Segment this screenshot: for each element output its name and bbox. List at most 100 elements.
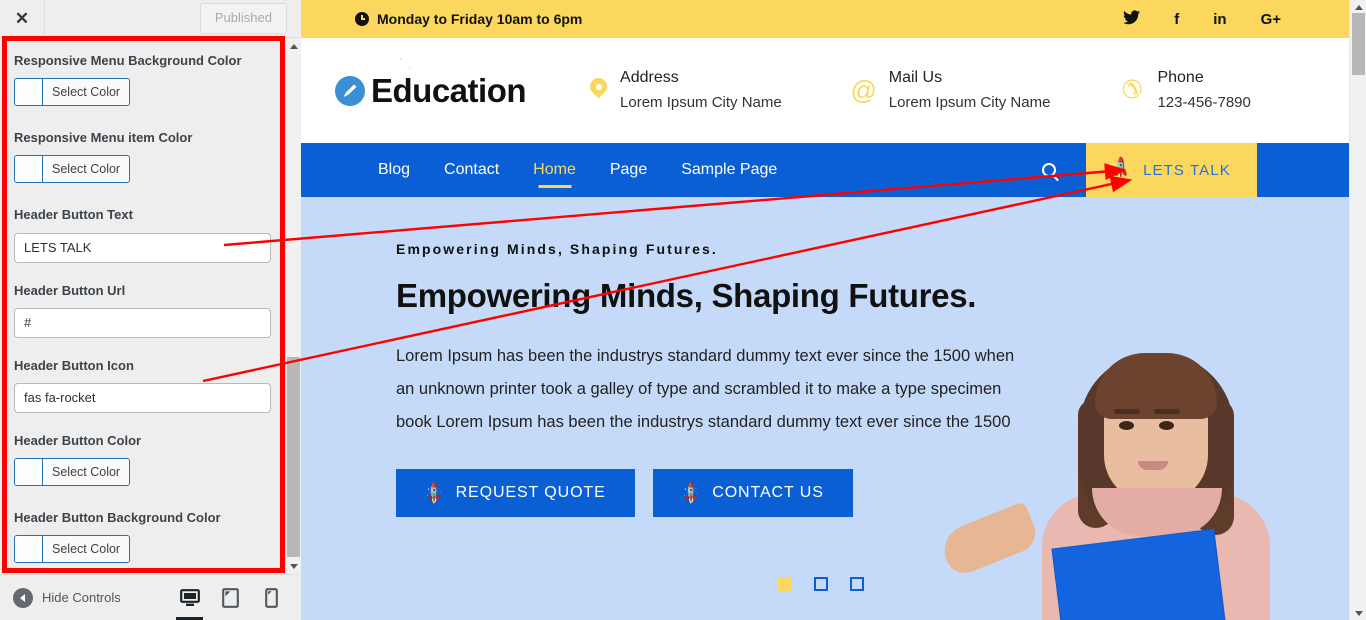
customizer-header: ✕ Published bbox=[0, 0, 300, 38]
control-list: Responsive Menu Background Color Select … bbox=[0, 39, 285, 574]
nav-item-contact[interactable]: Contact bbox=[427, 143, 516, 197]
eye-shape bbox=[1119, 421, 1134, 430]
desktop-icon[interactable] bbox=[169, 576, 210, 620]
location-pin-icon bbox=[590, 78, 607, 102]
scroll-down-arrow-icon[interactable] bbox=[286, 559, 300, 574]
publish-button[interactable]: Published bbox=[199, 2, 287, 35]
control-label: Header Button Background Color bbox=[14, 510, 221, 526]
contact-value: Lorem Ipsum City Name bbox=[620, 94, 782, 112]
mobile-icon[interactable] bbox=[251, 576, 292, 620]
color-picker-button[interactable]: Select Color bbox=[14, 155, 131, 184]
header-contact-info: Address Lorem Ipsum City Name @ Mail Us … bbox=[590, 66, 1251, 114]
control-header-button-icon: Header Button Icon bbox=[14, 357, 271, 413]
hide-controls-label: Hide Controls bbox=[42, 590, 121, 605]
nav-right-group: 🚀 LETS TALK bbox=[1012, 143, 1349, 197]
collapse-arrow-icon[interactable] bbox=[13, 587, 33, 608]
control-label: Header Button Url bbox=[14, 282, 126, 298]
tablet-icon[interactable] bbox=[210, 576, 251, 620]
control-label: Responsive Menu Background Color bbox=[14, 53, 242, 68]
site-logo[interactable]: Education bbox=[335, 58, 527, 110]
control-label: Header Button Icon bbox=[14, 357, 134, 373]
at-sign-icon: @ bbox=[850, 75, 877, 106]
site-header: Education Address Lorem Ipsum City Name … bbox=[301, 38, 1349, 143]
color-picker-button[interactable]: Select Color bbox=[14, 535, 131, 564]
customizer-screen: ✕ Published Responsive Menu Background C… bbox=[0, 0, 1366, 620]
color-swatch[interactable] bbox=[15, 536, 43, 563]
select-color-label: Select Color bbox=[43, 459, 130, 486]
eyebrow-shape bbox=[1114, 409, 1140, 414]
control-label: Header Button Text bbox=[14, 207, 133, 223]
preview-document: Monday to Friday 10am to 6pm f in G+ Edu… bbox=[301, 0, 1349, 620]
nav-item-blog[interactable]: Blog bbox=[361, 143, 427, 197]
site-preview: Monday to Friday 10am to 6pm f in G+ Edu… bbox=[301, 0, 1366, 620]
hide-controls-button[interactable]: Hide Controls bbox=[13, 587, 121, 608]
preview-scrollbar[interactable] bbox=[1349, 0, 1366, 620]
control-label: Responsive Menu item Color bbox=[14, 130, 193, 146]
twitter-icon[interactable] bbox=[1123, 10, 1141, 28]
contact-us-button[interactable]: 🚀 CONTACT US bbox=[652, 469, 853, 517]
scrollbar-thumb[interactable] bbox=[287, 357, 300, 557]
carousel-dot[interactable] bbox=[850, 577, 864, 591]
hero-title: Empowering Minds, Shaping Futures. bbox=[396, 277, 977, 314]
nav-item-page[interactable]: Page bbox=[593, 143, 664, 197]
nav-item-sample-page[interactable]: Sample Page bbox=[664, 143, 794, 197]
facebook-icon[interactable]: f bbox=[1174, 12, 1179, 27]
hero-eyebrow: Empowering Minds, Shaping Futures. bbox=[396, 241, 718, 257]
control-label: Header Button Color bbox=[14, 432, 142, 448]
rocket-icon: 🚀 bbox=[421, 480, 448, 506]
color-swatch[interactable] bbox=[15, 156, 43, 183]
top-info-bar: Monday to Friday 10am to 6pm f in G+ bbox=[301, 0, 1349, 38]
contact-address: Address Lorem Ipsum City Name bbox=[590, 66, 782, 114]
hero-description: Lorem Ipsum has been the industrys stand… bbox=[396, 347, 1015, 431]
contact-us-label: CONTACT US bbox=[712, 484, 824, 501]
scrollbar-thumb[interactable] bbox=[1352, 13, 1365, 75]
search-icon[interactable] bbox=[1012, 143, 1086, 197]
color-swatch[interactable] bbox=[15, 79, 43, 106]
header-button-icon-input[interactable] bbox=[14, 382, 271, 413]
nav-tail bbox=[1257, 143, 1349, 197]
header-button-text-input[interactable] bbox=[14, 232, 271, 263]
contact-value: Lorem Ipsum City Name bbox=[888, 94, 1051, 112]
header-spacer bbox=[45, 0, 200, 37]
control-responsive-menu-item-color: Responsive Menu item Color Select Color bbox=[14, 129, 271, 187]
control-responsive-menu-background-color: Responsive Menu Background Color Select … bbox=[14, 52, 271, 110]
scroll-up-arrow-icon[interactable] bbox=[1350, 0, 1366, 14]
linkedin-icon[interactable]: in bbox=[1213, 12, 1226, 27]
contact-title: Mail Us bbox=[888, 69, 943, 87]
header-button-url-input[interactable] bbox=[14, 307, 271, 338]
contact-title: Address bbox=[620, 69, 679, 87]
control-header-button-text: Header Button Text bbox=[14, 206, 271, 263]
rocket-icon: 🚀 bbox=[1108, 156, 1135, 183]
sidebar-scrollbar[interactable] bbox=[285, 39, 300, 574]
scroll-down-arrow-icon[interactable] bbox=[1350, 606, 1366, 620]
carousel-dot[interactable] bbox=[778, 577, 792, 591]
logo-text: Education bbox=[371, 71, 527, 109]
customizer-panel: Responsive Menu Background Color Select … bbox=[0, 39, 300, 574]
logo-badge-icon bbox=[335, 75, 365, 106]
google-plus-icon[interactable]: G+ bbox=[1261, 12, 1281, 27]
lets-talk-label: LETS TALK bbox=[1143, 161, 1231, 179]
contact-value: 123-456-7890 bbox=[1157, 94, 1251, 112]
pencil-icon bbox=[343, 84, 357, 97]
control-header-button-url: Header Button Url bbox=[14, 282, 271, 338]
contact-title: Phone bbox=[1157, 69, 1204, 87]
select-color-label: Select Color bbox=[43, 156, 130, 183]
carousel-dot[interactable] bbox=[814, 577, 828, 591]
mouth-shape bbox=[1138, 461, 1168, 470]
request-quote-label: REQUEST QUOTE bbox=[455, 484, 606, 501]
select-color-label: Select Color bbox=[43, 79, 130, 106]
lets-talk-button[interactable]: 🚀 LETS TALK bbox=[1086, 143, 1257, 197]
color-picker-button[interactable]: Select Color bbox=[14, 78, 131, 107]
request-quote-button[interactable]: 🚀 REQUEST QUOTE bbox=[396, 469, 635, 517]
carousel-dots bbox=[778, 577, 864, 591]
close-icon[interactable]: ✕ bbox=[0, 0, 45, 38]
color-picker-button[interactable]: Select Color bbox=[14, 458, 131, 487]
scroll-up-arrow-icon[interactable] bbox=[286, 39, 300, 54]
main-navigation: Blog Contact Home Page Sample Page 🚀 LET… bbox=[301, 143, 1349, 197]
eye-shape bbox=[1159, 421, 1174, 430]
nav-item-home[interactable]: Home bbox=[516, 143, 593, 197]
device-preview-group bbox=[169, 575, 292, 620]
control-header-button-color: Header Button Color Select Color bbox=[14, 432, 271, 490]
color-swatch[interactable] bbox=[15, 459, 43, 486]
business-hours: Monday to Friday 10am to 6pm bbox=[355, 11, 582, 27]
